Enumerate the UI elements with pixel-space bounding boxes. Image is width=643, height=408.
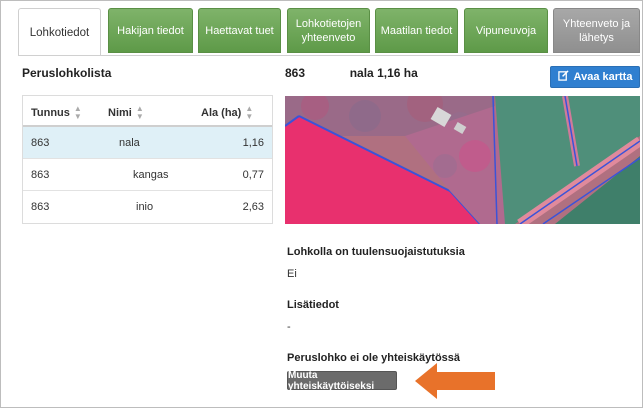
tab-label: Vipuneuvoja bbox=[475, 24, 537, 37]
tab-hakijan-tiedot[interactable]: Hakijan tiedot bbox=[108, 8, 193, 53]
sort-icon: ▲ ▼ bbox=[73, 104, 82, 121]
tabs-divider bbox=[18, 55, 640, 56]
tab-vipuneuvoja[interactable]: Vipuneuvoja bbox=[464, 8, 548, 53]
make-shared-button[interactable]: Muuta yhteiskäyttöiseksi bbox=[287, 369, 397, 392]
cell-nimi: inio bbox=[136, 201, 154, 213]
parcel-table: Tunnus ▲ ▼ Nimi ▲ ▼ Ala (ha) ▲ ▼ 863 nala 1… bbox=[22, 95, 273, 224]
arrow-left-icon bbox=[415, 363, 495, 404]
tab-bar: Lohkotiedot Hakijan tiedot Haettavat tue… bbox=[18, 8, 640, 56]
cell-tunnus: 863 bbox=[31, 201, 50, 213]
parcel-name: nala 1,16 ha bbox=[349, 66, 418, 80]
cell-nimi: nala bbox=[119, 137, 140, 149]
tab-haettavat-tuet[interactable]: Haettavat tuet bbox=[198, 8, 281, 53]
tab-label: Haettavat tuet bbox=[205, 24, 274, 37]
table-row[interactable]: 863 inio 2,63 bbox=[23, 191, 272, 223]
open-map-button[interactable]: Avaa kartta bbox=[550, 66, 640, 88]
tab-label: Hakijan tiedot bbox=[117, 24, 184, 37]
cell-ala: 2,63 bbox=[242, 201, 264, 213]
open-map-label: Avaa kartta bbox=[573, 71, 633, 83]
tab-lohkotiedot[interactable]: Lohkotiedot bbox=[18, 8, 101, 56]
tab-lohkotietojen-yhteenveto[interactable]: Lohkotietojen yhteenveto bbox=[287, 8, 370, 53]
wind-shelter-value: Ei bbox=[287, 268, 297, 280]
cell-ala: 0,77 bbox=[242, 169, 264, 181]
column-header-nimi[interactable]: Nimi ▲ ▼ bbox=[108, 105, 144, 121]
sort-icon: ▲ ▼ bbox=[245, 104, 254, 121]
extra-info-value: - bbox=[287, 321, 291, 333]
list-title: Peruslohkolista bbox=[22, 66, 112, 80]
cell-tunnus: 863 bbox=[31, 169, 50, 181]
column-label: Nimi bbox=[108, 107, 132, 119]
make-shared-label: Muuta yhteiskäyttöiseksi bbox=[288, 369, 375, 392]
parcel-id: 863 bbox=[285, 66, 306, 80]
cell-tunnus: 863 bbox=[31, 137, 50, 149]
tab-maatilan-tiedot[interactable]: Maatilan tiedot bbox=[375, 8, 458, 53]
parcel-map[interactable] bbox=[285, 96, 640, 224]
column-label: Ala (ha) bbox=[201, 107, 242, 119]
extra-info-label: Lisätiedot bbox=[287, 299, 339, 311]
tab-label: Yhteenveto ja lähetys bbox=[562, 17, 631, 44]
cell-nimi: kangas bbox=[133, 169, 169, 181]
table-header: Tunnus ▲ ▼ Nimi ▲ ▼ Ala (ha) ▲ ▼ bbox=[23, 96, 272, 127]
tab-yhteenveto-ja-lahetys[interactable]: Yhteenveto ja lähetys bbox=[553, 8, 640, 53]
cell-ala: 1,16 bbox=[242, 137, 264, 149]
parcel-title: 863 nala 1,16 ha bbox=[285, 66, 418, 80]
wind-shelter-label: Lohkolla on tuulensuojaistutuksia bbox=[287, 246, 465, 258]
tab-label: Lohkotiedot bbox=[29, 26, 90, 39]
column-header-tunnus[interactable]: Tunnus ▲ ▼ bbox=[31, 105, 82, 121]
edit-icon bbox=[557, 70, 569, 84]
table-row[interactable]: 863 kangas 0,77 bbox=[23, 159, 272, 191]
tab-label: Lohkotietojen yhteenveto bbox=[295, 17, 362, 44]
sort-icon: ▲ ▼ bbox=[135, 104, 144, 121]
tab-label: Maatilan tiedot bbox=[380, 24, 453, 37]
column-label: Tunnus bbox=[31, 107, 70, 119]
table-row[interactable]: 863 nala 1,16 bbox=[23, 127, 272, 159]
column-header-ala[interactable]: Ala (ha) ▲ ▼ bbox=[201, 105, 253, 121]
